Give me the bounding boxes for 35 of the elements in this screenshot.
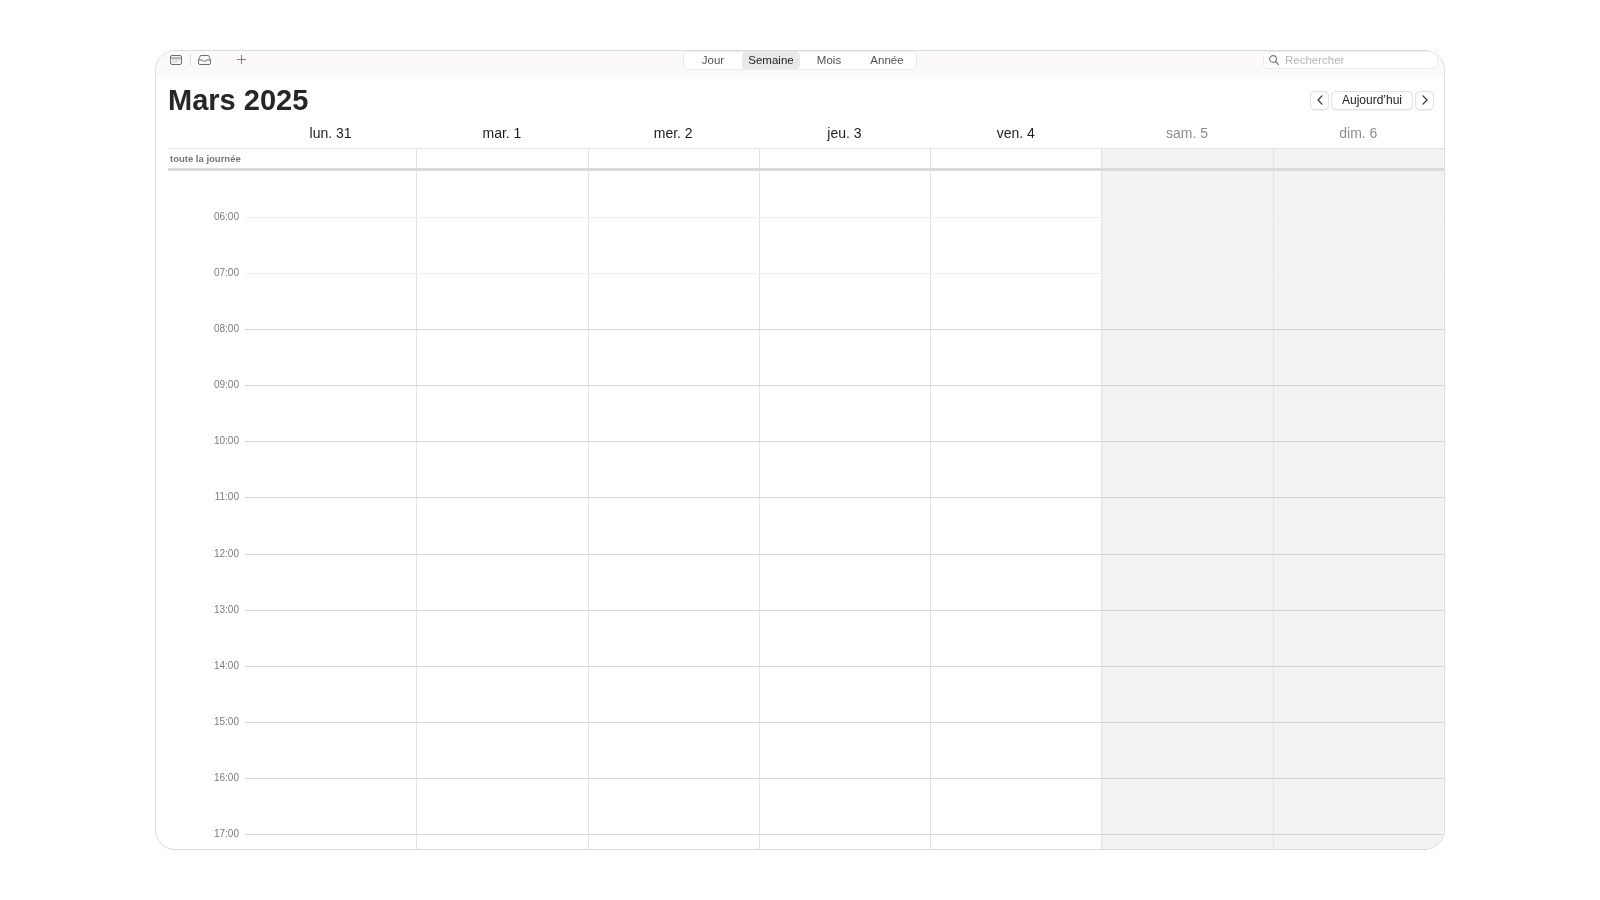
previous-button[interactable] [1310, 90, 1329, 110]
hour-label: 11:00 [213, 491, 240, 504]
day-label: dim. 6 [1339, 125, 1378, 143]
next-button[interactable] [1415, 90, 1434, 110]
day-label: sam. 5 [1166, 125, 1209, 143]
search-icon [1269, 55, 1279, 65]
hour-label: 09:00 [212, 379, 240, 392]
calendar-icon[interactable] [170, 54, 182, 65]
hour-label: 16:00 [212, 771, 240, 784]
view-tab[interactable]: Semaine [742, 52, 800, 69]
hour-label: 17:00 [212, 828, 240, 841]
hour-label: 08:00 [212, 323, 240, 336]
chevron-right-icon [1421, 95, 1428, 105]
add-icon[interactable] [237, 55, 246, 64]
hour-label: 13:00 [212, 603, 240, 616]
hour-label: 15:00 [212, 715, 240, 728]
hour-label: 06:00 [212, 211, 240, 223]
day-label: lun. 31 [309, 125, 352, 143]
view-tab[interactable]: Année [858, 52, 916, 69]
chevron-left-icon [1316, 95, 1323, 105]
hour-label: 12:00 [212, 547, 240, 560]
search-field[interactable]: Rechercher [1263, 51, 1438, 69]
day-label: jeu. 3 [827, 125, 862, 143]
all-day-label: toute la journée [170, 153, 241, 164]
hour-label: 14:00 [212, 659, 240, 672]
day-label: mer. 2 [653, 125, 693, 143]
inbox-icon[interactable] [198, 54, 211, 65]
hour-label: 07:00 [212, 267, 240, 280]
today-button[interactable]: Aujourd’hui [1331, 90, 1413, 110]
view-tab[interactable]: Jour [684, 52, 742, 69]
day-label: mar. 1 [482, 125, 522, 143]
month-title: Mars 2025 [168, 83, 309, 117]
day-label: ven. 4 [996, 125, 1035, 143]
view-tab[interactable]: Mois [800, 52, 858, 69]
hour-label: 10:00 [212, 435, 240, 448]
